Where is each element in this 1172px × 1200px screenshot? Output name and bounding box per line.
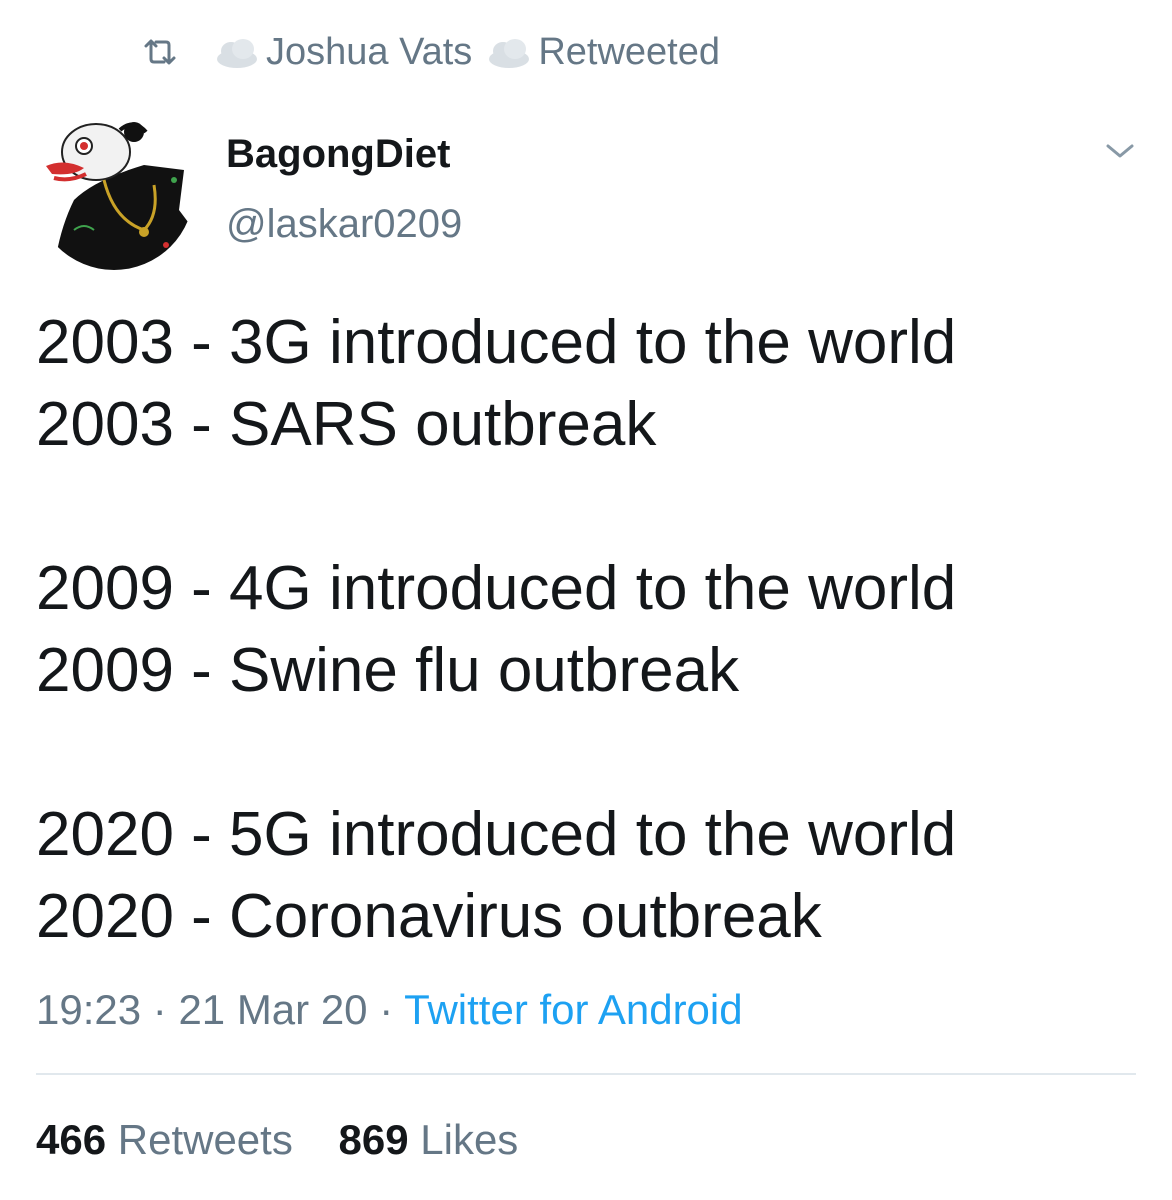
retweets-label: Retweets	[117, 1116, 293, 1163]
likes-label: Likes	[420, 1116, 519, 1163]
chevron-down-icon[interactable]	[1098, 136, 1142, 166]
likes-count: 869	[338, 1116, 409, 1163]
tweet-line: 2020 - Coronavirus outbreak	[36, 882, 822, 951]
tweet-meta: 19:23 · 21 Mar 20 · Twitter for Android	[36, 982, 743, 1038]
tweet-line: 2009 - 4G introduced to the world	[36, 554, 957, 623]
retweet-icon	[140, 32, 180, 72]
tweet-source-link[interactable]: Twitter for Android	[404, 986, 742, 1033]
retweet-context[interactable]: Joshua Vats Retweeted	[140, 22, 720, 82]
cloud-avatar-icon	[486, 36, 532, 68]
tweet-line: 2003 - SARS outbreak	[36, 390, 657, 459]
retweets-stat[interactable]: 466 Retweets	[36, 1116, 305, 1163]
display-name[interactable]: BagongDiet	[226, 130, 450, 178]
divider	[36, 1073, 1136, 1075]
retweeter-name[interactable]: Joshua Vats	[266, 31, 472, 74]
tweet-line: 2020 - 5G introduced to the world	[36, 800, 957, 869]
avatar[interactable]	[34, 110, 194, 270]
tweet-stats: 466 Retweets 869 Likes	[36, 1112, 552, 1168]
meta-separator: ·	[141, 986, 179, 1033]
user-handle[interactable]: @laskar0209	[226, 200, 462, 248]
tweet-line: 2003 - 3G introduced to the world	[36, 308, 957, 377]
likes-stat[interactable]: 869 Likes	[339, 1116, 519, 1163]
tweet-line: 2009 - Swine flu outbreak	[36, 636, 740, 705]
tweet-date[interactable]: 21 Mar 20	[178, 986, 367, 1033]
tweet-line	[36, 712, 1136, 794]
tweet-line	[36, 466, 1136, 548]
cloud-avatar-icon	[214, 36, 260, 68]
meta-separator: ·	[367, 986, 405, 1033]
wayang-avatar-icon	[34, 110, 194, 270]
retweets-count: 466	[36, 1116, 107, 1163]
tweet-text: 2003 - 3G introduced to the world 2003 -…	[36, 302, 1136, 958]
tweet-time: 19:23	[36, 986, 142, 1033]
retweeted-label: Retweeted	[538, 30, 720, 73]
